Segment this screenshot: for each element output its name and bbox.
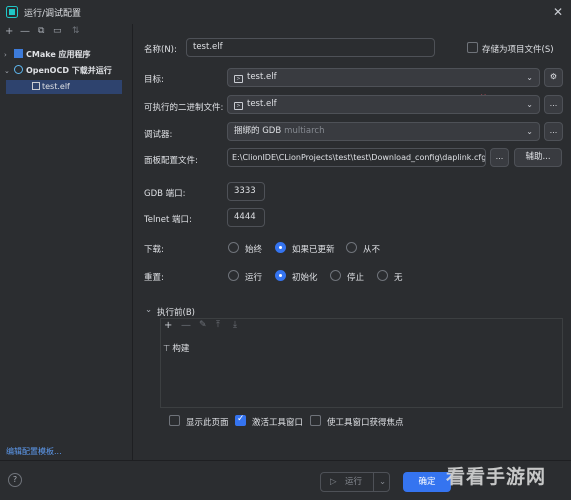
tree-item-cmake[interactable]: › CMake 应用程序 [4,48,91,62]
run-button[interactable]: ▷ 运行 ⌄ [320,472,390,492]
telnet-port-label: Telnet 端口: [144,215,192,225]
reset-none-label: 无 [394,273,403,283]
edit-icon[interactable]: ✎ [199,320,207,330]
reset-halt-label: 停止 [347,273,365,283]
watermark: 看看手游网 [446,466,547,488]
chip-icon [32,82,40,90]
download-never-radio[interactable] [346,242,357,253]
debugger-select[interactable]: 捆绑的 GDB multiarch ⌄ [227,122,540,141]
build-icon: ⊤ [163,344,171,354]
gear-button[interactable]: ⚙ [544,68,563,87]
show-page-checkbox[interactable] [169,415,180,426]
target-label: 目标: [144,75,164,85]
executable-select[interactable]: > test.elf ⌄ [227,95,540,114]
assist-button[interactable]: 辅助... [514,148,562,167]
download-if-updated-radio[interactable] [275,242,286,253]
download-if-updated-label: 如果已更新 [292,245,335,255]
chevron-down-icon[interactable]: ⌄ [145,305,152,315]
reset-run-label: 运行 [245,273,263,283]
debugger-more-button[interactable]: ... [544,122,563,141]
telnet-port-input[interactable]: 4444 [227,208,265,227]
download-label: 下载: [144,245,164,255]
debugger-label: 调试器: [144,130,173,140]
remove-icon[interactable]: — [181,320,191,331]
window-title: 运行/调试配置 [24,9,82,19]
add-icon[interactable]: + [5,26,13,37]
board-config-browse-button[interactable]: ... [490,148,509,167]
focus-tool-window-label: 使工具窗口获得焦点 [327,418,404,428]
reset-label: 重置: [144,273,164,283]
focus-tool-window-checkbox[interactable] [310,415,321,426]
store-as-file-checkbox[interactable] [467,42,478,53]
cmake-icon [14,49,23,58]
before-launch-panel: + — ✎ ⤒ ⤓ ⊤ 构建 [160,318,563,408]
run-label: 运行 [345,477,363,487]
config-sidebar: + — ⧉ ▭ ⇅ › CMake 应用程序 ⌄ OpenOCD 下载并运行 tes… [0,24,133,460]
gdb-port-label: GDB 端口: [144,189,186,199]
sidebar-toolbar: + — ⧉ ▭ ⇅ [0,24,132,42]
gdb-port-input[interactable]: 3333 [227,182,265,201]
sort-icon[interactable]: ⇅ [72,26,80,36]
before-launch-toolbar: + — ✎ ⤒ ⤓ [161,319,562,335]
debugger-hint: multiarch [284,126,325,136]
store-as-file-label: 存储为项目文件(S) [482,45,554,55]
ok-button[interactable]: 确定 [403,472,451,492]
reset-init-radio[interactable] [275,270,286,281]
reset-run-radio[interactable] [228,270,239,281]
download-always-label: 始终 [245,245,263,255]
openocd-icon [14,65,23,74]
close-icon[interactable]: ✕ [553,5,563,19]
chevron-right-icon[interactable]: › [4,48,14,62]
name-input[interactable]: test.elf [186,38,435,57]
app-icon: > [234,75,243,83]
move-up-icon[interactable]: ⤒ [216,320,220,330]
chevron-down-icon[interactable]: ⌄ [4,64,14,78]
tree-item-label: test.elf [42,82,70,91]
show-page-label: 显示此页面 [186,418,229,428]
tree-item-label: OpenOCD 下载并运行 [26,66,112,75]
app-icon: > [234,102,243,110]
add-icon[interactable]: + [164,320,172,331]
gear-icon: ⚙ [549,72,558,81]
activate-tool-window-checkbox[interactable] [235,414,246,426]
board-config-input[interactable]: E:\ClionIDE\CLionProjects\test\test\Down… [227,148,486,167]
chevron-down-icon: ⌄ [526,100,533,109]
board-config-label: 面板配置文件: [144,156,198,166]
tree-item-openocd[interactable]: ⌄ OpenOCD 下载并运行 [4,64,112,78]
chevron-down-icon: ⌄ [526,127,533,136]
config-form: 名称(N): test.elf 存储为项目文件(S) 目标: > test.elf… [134,24,571,460]
chevron-down-icon[interactable]: ⌄ [373,473,386,491]
before-launch-item-label: 构建 [172,344,190,354]
activate-tool-window-label: 激活工具窗口 [252,418,304,428]
run-icon: ▷ [330,477,337,487]
remove-icon[interactable]: — [20,26,30,37]
executable-label: 可执行的二进制文件: [144,103,224,113]
download-always-radio[interactable] [228,242,239,253]
copy-icon[interactable]: ⧉ [38,26,44,36]
move-down-icon[interactable]: ⤓ [233,320,237,330]
folder-icon[interactable]: ▭ [53,26,62,36]
edit-templates-link[interactable]: 编辑配置模板... [6,446,62,457]
tree-item-label: CMake 应用程序 [26,50,91,59]
executable-value: test.elf [247,99,277,109]
before-launch-header[interactable]: 执行前(B) [157,306,195,318]
tree-item-test-elf[interactable]: test.elf [6,80,122,94]
reset-halt-radio[interactable] [330,270,341,281]
browse-executable-button[interactable]: ... [544,95,563,114]
list-item[interactable]: ⊤ 构建 [163,342,189,354]
reset-init-label: 初始化 [292,273,318,283]
download-never-label: 从不 [363,245,381,255]
clion-icon [6,6,18,18]
help-button[interactable]: ? [8,473,22,487]
reset-none-radio[interactable] [377,270,388,281]
name-label: 名称(N): [144,45,177,55]
target-select[interactable]: > test.elf ⌄ [227,68,540,87]
target-value: test.elf [247,72,277,82]
title-bar: 运行/调试配置 ✕ [0,0,571,24]
chevron-down-icon: ⌄ [526,73,533,82]
debugger-value: 捆绑的 GDB [234,126,282,136]
